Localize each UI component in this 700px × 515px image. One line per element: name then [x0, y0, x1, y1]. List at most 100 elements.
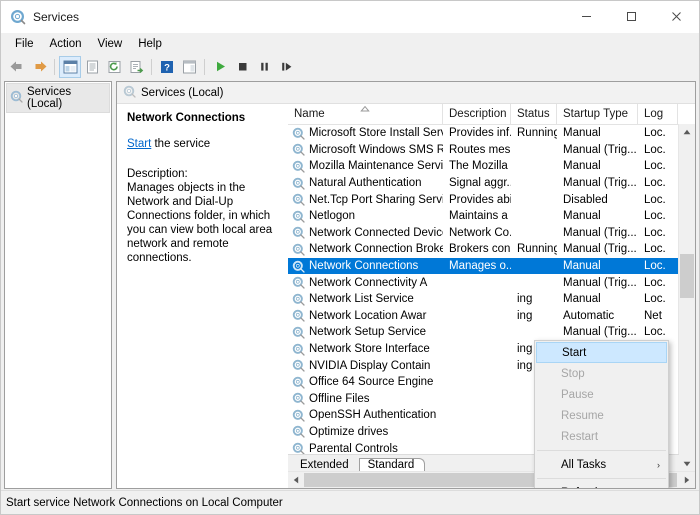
- column-header-startup-type[interactable]: Startup Type: [557, 104, 638, 124]
- tree-item-services-local[interactable]: Services (Local): [6, 83, 110, 113]
- context-menu-item-start[interactable]: Start: [536, 342, 667, 363]
- minimize-button[interactable]: [564, 1, 609, 32]
- cell-startup: Manual (Trig...: [563, 243, 637, 256]
- detail-description-text: Manages objects in the Network and Dial-…: [127, 182, 273, 264]
- export-list-icon[interactable]: [125, 56, 147, 78]
- cell-logon: Loc.: [644, 143, 666, 156]
- service-gear-icon: [292, 243, 305, 256]
- vertical-scrollbar[interactable]: [678, 124, 695, 472]
- cell-description: The Mozilla ...: [449, 160, 511, 173]
- help-icon[interactable]: ?: [156, 56, 178, 78]
- service-name-label: Network Location Awar: [309, 309, 427, 322]
- menu-item-label: Restart: [561, 430, 599, 443]
- stop-service-icon[interactable]: [231, 56, 253, 78]
- cell-startup: Manual (Trig...: [563, 326, 637, 339]
- table-row[interactable]: Natural Authentication Signal aggr... Manu…: [288, 175, 695, 192]
- show-hide-console-tree-icon[interactable]: [59, 55, 81, 78]
- context-menu-item-pause: Pause: [535, 384, 668, 405]
- context-menu-item-refresh[interactable]: Refresh: [535, 482, 668, 489]
- table-row[interactable]: Network Setup Service Manual (Trig... Loc.: [288, 324, 695, 341]
- cell-name: Network Connectivity A: [288, 276, 443, 289]
- menu-separator: [537, 478, 666, 479]
- restart-service-icon[interactable]: [275, 56, 297, 78]
- table-row[interactable]: Microsoft Windows SMS Ro... Routes mes...…: [288, 142, 695, 159]
- cell-name: Network Setup Service: [288, 326, 443, 339]
- scroll-left-button[interactable]: [288, 472, 304, 488]
- cell-name: Network Connection Broker: [288, 243, 443, 256]
- service-gear-icon: [292, 425, 305, 439]
- service-context-menu[interactable]: Start Stop Pause Resume Restart All Tasks › Ref…: [534, 340, 669, 489]
- status-bar-text: Start service Network Connections on Loc…: [6, 496, 283, 509]
- scroll-down-button[interactable]: [679, 456, 695, 472]
- service-name-label: Netlogon: [309, 210, 356, 223]
- cell-name: Microsoft Store Install Service: [288, 127, 443, 140]
- cell-description: Brokers con...: [449, 243, 511, 256]
- tree-item-label: Services (Local): [27, 86, 72, 110]
- cell-logon: Loc.: [644, 226, 666, 239]
- menu-file[interactable]: File: [7, 36, 42, 52]
- service-gear-icon: [292, 210, 305, 223]
- column-header-description[interactable]: Description: [443, 104, 511, 124]
- service-name-label: Net.Tcp Port Sharing Service: [309, 193, 443, 206]
- table-row[interactable]: Net.Tcp Port Sharing Service Provides abi…: [288, 191, 695, 208]
- table-row[interactable]: Netlogon Maintains a ... Manual Loc.: [288, 208, 695, 225]
- start-service-link[interactable]: Start: [127, 138, 151, 150]
- close-button[interactable]: [654, 1, 699, 32]
- window-title: Services: [33, 9, 80, 24]
- service-name-label: Network Connectivity A: [309, 276, 428, 289]
- back-icon[interactable]: [6, 56, 28, 78]
- menu-view[interactable]: View: [90, 36, 131, 52]
- cell-logon: Loc.: [644, 177, 666, 190]
- service-name-label: NVIDIA Display Contain: [309, 359, 431, 372]
- vertical-scroll-thumb[interactable]: [680, 254, 694, 298]
- status-bar: Start service Network Connections on Loc…: [1, 490, 699, 514]
- cell-description: Provides abi...: [449, 193, 511, 206]
- cell-status: ing: [517, 309, 533, 322]
- service-name-label: OpenSSH Authentication: [309, 409, 437, 422]
- service-gear-icon: [292, 193, 305, 206]
- table-row[interactable]: Network List Service ing Manual Loc.: [288, 291, 695, 308]
- cell-startup: Manual (Trig...: [563, 143, 637, 156]
- menu-action[interactable]: Action: [42, 36, 90, 52]
- tab-extended[interactable]: Extended: [292, 458, 359, 472]
- service-name-label: Microsoft Store Install Service: [309, 127, 443, 140]
- services-window: Services File Action View Help ? Service…: [0, 0, 700, 515]
- scroll-up-button[interactable]: [679, 124, 695, 140]
- service-name-label: Offline Files: [309, 392, 370, 405]
- detail-service-name: Network Connections: [127, 112, 246, 124]
- tab-label: Extended: [300, 459, 349, 471]
- tab-standard[interactable]: Standard: [358, 458, 426, 472]
- start-service-icon[interactable]: [209, 56, 231, 78]
- show-action-pane-icon[interactable]: [178, 56, 200, 78]
- table-row[interactable]: Microsoft Store Install Service Provides …: [288, 125, 695, 142]
- table-row[interactable]: Network Connections Manages o... Manual Loc…: [288, 257, 695, 275]
- forward-icon[interactable]: [28, 56, 50, 78]
- pause-service-icon[interactable]: [253, 56, 275, 78]
- column-header-name[interactable]: Name: [288, 104, 443, 124]
- scroll-right-button[interactable]: [679, 472, 695, 488]
- cell-description: Manages o...: [449, 260, 511, 273]
- column-header-status[interactable]: Status: [511, 104, 557, 124]
- menu-help[interactable]: Help: [130, 36, 170, 52]
- cell-name: Network List Service: [288, 293, 443, 306]
- maximize-button[interactable]: [609, 1, 654, 32]
- service-gear-icon: [292, 276, 305, 289]
- cell-name: Offline Files: [288, 392, 443, 405]
- service-gear-icon: [292, 226, 305, 240]
- service-gear-icon: [292, 326, 305, 339]
- context-menu-item-all-tasks[interactable]: All Tasks ›: [535, 454, 668, 475]
- service-gear-icon: [292, 160, 305, 173]
- table-row[interactable]: Network Location Awar ing Automatic Net: [288, 308, 695, 325]
- table-row[interactable]: Network Connection Broker Brokers con... R…: [288, 241, 695, 258]
- service-name-label: Mozilla Maintenance Service: [309, 160, 443, 173]
- table-row[interactable]: Network Connectivity A Manual (Trig... Loc…: [288, 274, 695, 291]
- service-gear-icon: [292, 309, 305, 322]
- column-header-log-on-as[interactable]: Log: [638, 104, 678, 124]
- cell-startup: Automatic: [563, 309, 615, 322]
- table-row[interactable]: Mozilla Maintenance Service The Mozilla .…: [288, 158, 695, 175]
- service-details-pane: Network Connections Start the service De…: [117, 104, 287, 488]
- service-gear-icon: [292, 260, 305, 273]
- properties-icon[interactable]: [81, 56, 103, 78]
- refresh-icon[interactable]: [103, 56, 125, 78]
- table-row[interactable]: Network Connected Device... Network Co...…: [288, 225, 695, 242]
